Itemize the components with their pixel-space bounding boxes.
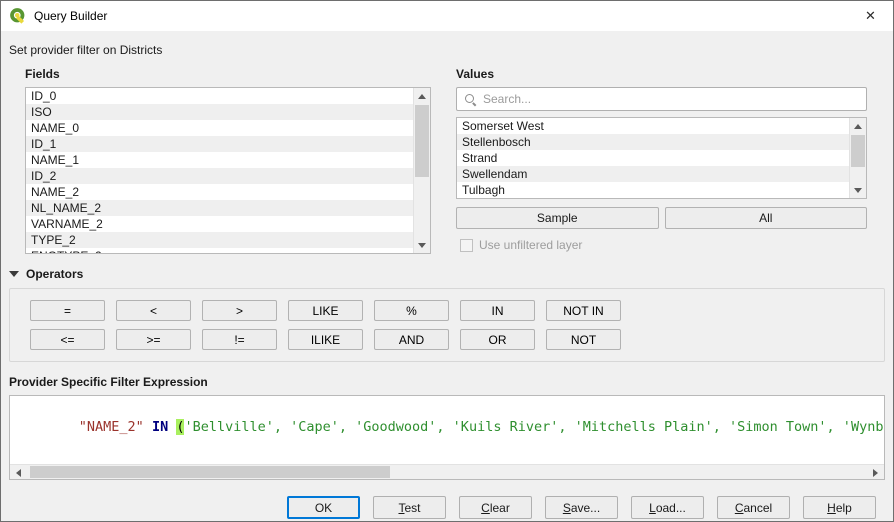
value-item[interactable]: Strand [457,150,849,166]
op-less-button[interactable]: < [116,300,191,321]
value-item[interactable]: Somerset West [457,118,849,134]
collapse-arrow-icon[interactable] [9,271,19,277]
field-item[interactable]: ID_2 [26,168,413,184]
scroll-up-icon[interactable] [414,88,430,104]
field-item[interactable]: ID_1 [26,136,413,152]
values-search-box[interactable] [456,87,867,111]
sample-button[interactable]: Sample [456,207,659,229]
top-section: Fields ID_0 ISO NAME_0 ID_1 NAME_1 ID_2 … [25,67,867,254]
scroll-right-icon[interactable] [867,465,884,480]
field-item[interactable]: VARNAME_2 [26,216,413,232]
values-list[interactable]: Somerset West Stellenbosch Strand Swelle… [456,117,867,199]
value-item[interactable]: Tulbagh [457,182,849,198]
scroll-up-icon[interactable] [850,118,866,134]
all-button[interactable]: All [665,207,868,229]
use-unfiltered-checkbox[interactable] [460,239,473,252]
op-percent-button[interactable]: % [374,300,449,321]
fields-label: Fields [25,67,431,81]
values-search-input[interactable] [483,92,859,106]
expression-label: Provider Specific Filter Expression [9,375,885,389]
field-item[interactable]: NAME_0 [26,120,413,136]
scroll-down-icon[interactable] [850,182,866,198]
scrollbar-thumb[interactable] [851,135,865,167]
op-less-equal-button[interactable]: <= [30,329,105,350]
field-item[interactable]: NAME_1 [26,152,413,168]
field-item[interactable]: NAME_2 [26,184,413,200]
search-icon [464,93,477,106]
operators-label: Operators [26,267,83,281]
op-not-in-button[interactable]: NOT IN [546,300,621,321]
op-or-button[interactable]: OR [460,329,535,350]
op-not-equal-button[interactable]: != [202,329,277,350]
help-button[interactable]: Help [803,496,876,519]
dialog-buttons: OK Test Clear Save... Load... Cancel Hel… [1,496,876,519]
title-bar: Query Builder ✕ [1,1,893,31]
expression-string-tokens: 'Bellville', 'Cape', 'Goodwood', 'Kuils … [184,419,885,435]
op-greater-button[interactable]: > [202,300,277,321]
load-button[interactable]: Load... [631,496,704,519]
field-item[interactable]: TYPE_2 [26,232,413,248]
expression-text[interactable]: "NAME_2" IN ('Bellville', 'Cape', 'Goodw… [10,396,884,451]
op-greater-equal-button[interactable]: >= [116,329,191,350]
test-button[interactable]: Test [373,496,446,519]
values-label: Values [456,67,867,81]
field-item[interactable]: NL_NAME_2 [26,200,413,216]
op-ilike-button[interactable]: ILIKE [288,329,363,350]
filter-expression-editor[interactable]: "NAME_2" IN ('Bellville', 'Cape', 'Goodw… [9,395,885,480]
dialog-subtitle: Set provider filter on Districts [9,43,885,57]
op-like-button[interactable]: LIKE [288,300,363,321]
window-title: Query Builder [34,9,107,23]
op-not-button[interactable]: NOT [546,329,621,350]
expression-field-token: "NAME_2" [79,419,144,435]
operators-header[interactable]: Operators [9,267,885,281]
fields-list[interactable]: ID_0 ISO NAME_0 ID_1 NAME_1 ID_2 NAME_2 … [25,87,431,254]
op-in-button[interactable]: IN [460,300,535,321]
query-builder-dialog: Query Builder ✕ Set provider filter on D… [0,0,894,522]
field-item[interactable]: ID_0 [26,88,413,104]
field-item[interactable]: ENGTYPE_2 [26,248,413,254]
scroll-down-icon[interactable] [414,237,430,253]
values-scrollbar[interactable] [849,118,866,198]
op-and-button[interactable]: AND [374,329,449,350]
qgis-icon [9,7,27,25]
use-unfiltered-label: Use unfiltered layer [479,238,582,252]
value-item[interactable]: Swellendam [457,166,849,182]
close-icon[interactable]: ✕ [848,1,893,31]
scrollbar-thumb[interactable] [415,105,429,177]
op-equals-button[interactable]: = [30,300,105,321]
ok-button[interactable]: OK [287,496,360,519]
operators-group: = < > LIKE % IN NOT IN <= >= != ILIKE AN… [9,288,885,362]
expression-keyword-token: IN [144,419,177,435]
fields-scrollbar[interactable] [413,88,430,253]
clear-button[interactable]: Clear [459,496,532,519]
field-item[interactable]: ISO [26,104,413,120]
expression-hscrollbar[interactable] [10,464,884,479]
value-item[interactable]: Stellenbosch [457,134,849,150]
scrollbar-thumb[interactable] [30,466,390,478]
save-button[interactable]: Save... [545,496,618,519]
cancel-button[interactable]: Cancel [717,496,790,519]
operators-section: Operators = < > LIKE % IN NOT IN <= >= !… [9,267,885,362]
scroll-left-icon[interactable] [10,465,27,480]
